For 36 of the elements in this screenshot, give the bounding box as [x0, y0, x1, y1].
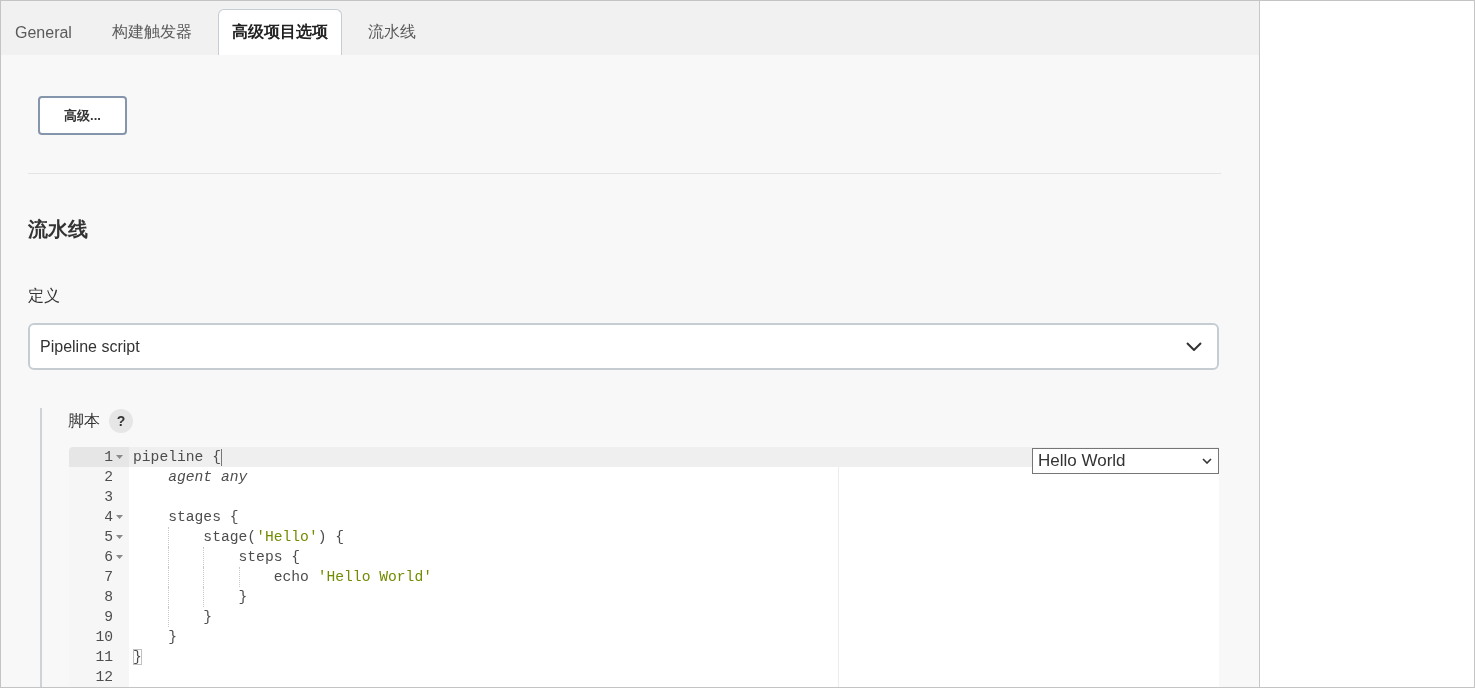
line-number: 2 — [104, 468, 113, 487]
code-line: } — [133, 648, 142, 667]
line-number: 9 — [104, 608, 113, 627]
field-label: 定义 — [28, 286, 60, 306]
line-number: 3 — [104, 488, 113, 507]
code-line: echo 'Hello World' — [273, 568, 432, 587]
fold-caret-icon[interactable] — [115, 515, 123, 519]
field-label: 脚本 — [68, 411, 100, 431]
fold-caret-icon[interactable] — [115, 535, 123, 539]
line-number: 10 — [95, 628, 113, 647]
code-line: agent any — [168, 468, 248, 487]
tab[interactable]: General — [1, 9, 86, 55]
line-number: 6 — [104, 548, 113, 567]
line-number: 12 — [95, 668, 113, 687]
section-heading: 流水线 — [28, 217, 88, 242]
code-line: } — [203, 608, 213, 627]
code-line: stages { — [168, 508, 239, 527]
code-line: pipeline { — [133, 448, 221, 467]
advanced-button[interactable]: 高级... — [38, 96, 127, 135]
tab[interactable]: 流水线 — [353, 9, 430, 55]
line-number: 8 — [104, 588, 113, 607]
code-line: } — [238, 588, 248, 607]
fold-caret-icon[interactable] — [115, 555, 123, 559]
line-number: 7 — [104, 568, 113, 587]
code-line: } — [168, 628, 177, 647]
chevron-down-icon — [1186, 342, 1202, 351]
line-number: 11 — [95, 648, 113, 667]
line-number: 5 — [104, 528, 113, 547]
tab[interactable]: 构建触发器 — [97, 9, 206, 55]
code-line: steps { — [238, 548, 301, 567]
help-button[interactable]: ? — [109, 409, 133, 433]
line-number: 4 — [104, 508, 113, 527]
line-number: 1 — [104, 448, 113, 467]
code-line: stage('Hello') { — [203, 528, 345, 547]
tab[interactable]: 高级项目选项 — [217, 9, 342, 55]
definition-select[interactable]: Pipeline script — [28, 323, 1219, 370]
